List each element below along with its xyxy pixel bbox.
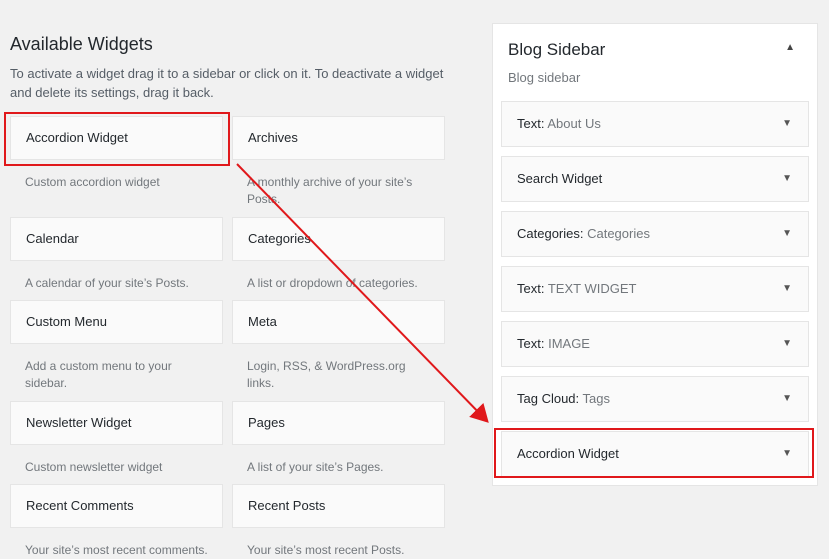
sidebar-widget-text-image[interactable]: Text: IMAGE ▼ [501, 321, 809, 367]
sidebar-title[interactable]: Blog Sidebar [508, 40, 605, 60]
sidebar-widget-accordion[interactable]: Accordion Widget ▼ [501, 431, 809, 477]
expand-arrow-icon[interactable]: ▼ [782, 377, 792, 421]
widget-instance-title: IMAGE [544, 336, 590, 351]
widget-recent-posts[interactable]: Recent Posts Your site’s most recent Pos… [232, 484, 445, 559]
widget-accordion[interactable]: Accordion Widget Custom accordion widget [10, 116, 223, 191]
widget-title[interactable]: Calendar [10, 217, 223, 261]
widget-instance-title: Categories [583, 226, 650, 241]
widget-description: Your site’s most recent comments. [25, 543, 208, 557]
widget-title[interactable]: Meta [232, 300, 445, 344]
widget-instance-title: TEXT WIDGET [544, 281, 637, 296]
widget-description: Add a custom menu to your sidebar. [25, 359, 172, 390]
widget-description: Your site’s most recent Posts. [247, 543, 405, 557]
widget-instance-title: About Us [544, 116, 601, 131]
expand-arrow-icon[interactable]: ▼ [782, 157, 792, 201]
expand-arrow-icon[interactable]: ▼ [782, 322, 792, 366]
widget-title[interactable]: Recent Posts [232, 484, 445, 528]
widget-name: Text: [517, 336, 545, 351]
widget-name: Accordion Widget [517, 446, 619, 461]
widget-title[interactable]: Pages [232, 401, 445, 445]
sidebar-widget-search[interactable]: Search Widget ▼ [501, 156, 809, 202]
expand-arrow-icon[interactable]: ▼ [782, 267, 792, 311]
widget-categories[interactable]: Categories A list or dropdown of categor… [232, 217, 445, 292]
widget-title[interactable]: Custom Menu [10, 300, 223, 344]
widget-description: A list or dropdown of categories. [247, 276, 418, 290]
sidebar-description: Blog sidebar [508, 70, 581, 85]
sidebar-widget-text-widget[interactable]: Text: TEXT WIDGET ▼ [501, 266, 809, 312]
collapse-arrow-icon[interactable]: ▲ [785, 42, 795, 53]
expand-arrow-icon[interactable]: ▼ [782, 212, 792, 256]
widget-pages[interactable]: Pages A list of your site’s Pages. [232, 401, 445, 476]
sidebar-widget-tag-cloud[interactable]: Tag Cloud: Tags ▼ [501, 376, 809, 422]
widget-name: Tag Cloud: [517, 391, 580, 406]
expand-arrow-icon[interactable]: ▼ [782, 432, 792, 476]
widget-title[interactable]: Categories [232, 217, 445, 261]
widget-custom-menu[interactable]: Custom Menu Add a custom menu to your si… [10, 300, 223, 392]
widget-name: Categories: [517, 226, 584, 241]
widget-meta[interactable]: Meta Login, RSS, & WordPress.org links. [232, 300, 445, 392]
widget-description: A list of your site’s Pages. [247, 460, 384, 474]
expand-arrow-icon[interactable]: ▼ [782, 102, 792, 146]
widget-archives[interactable]: Archives A monthly archive of your site’… [232, 116, 445, 208]
widget-title[interactable]: Newsletter Widget [10, 401, 223, 445]
widget-title[interactable]: Archives [232, 116, 445, 160]
widget-description: Login, RSS, & WordPress.org links. [247, 359, 406, 390]
available-widgets-title: Available Widgets [10, 34, 153, 54]
widget-newsletter[interactable]: Newsletter Widget Custom newsletter widg… [10, 401, 223, 476]
widget-description: Custom newsletter widget [25, 460, 163, 474]
widget-description: A monthly archive of your site’s Posts. [247, 175, 413, 206]
widget-calendar[interactable]: Calendar A calendar of your site’s Posts… [10, 217, 223, 292]
widget-instance-title: Tags [579, 391, 610, 406]
widget-name: Search Widget [517, 171, 603, 186]
blog-sidebar-panel: Blog Sidebar ▲ Blog sidebar Text: About … [492, 23, 818, 486]
widget-name: Text: [517, 116, 545, 131]
widget-title[interactable]: Recent Comments [10, 484, 223, 528]
widget-name: Text: [517, 281, 545, 296]
widget-recent-comments[interactable]: Recent Comments Your site’s most recent … [10, 484, 223, 559]
widget-description: Custom accordion widget [25, 175, 160, 189]
widget-description: A calendar of your site’s Posts. [25, 276, 189, 290]
sidebar-widget-categories[interactable]: Categories: Categories ▼ [501, 211, 809, 257]
widget-title[interactable]: Accordion Widget [10, 116, 223, 160]
available-widgets-intro: To activate a widget drag it to a sideba… [10, 66, 444, 100]
sidebar-widget-text-about-us[interactable]: Text: About Us ▼ [501, 101, 809, 147]
